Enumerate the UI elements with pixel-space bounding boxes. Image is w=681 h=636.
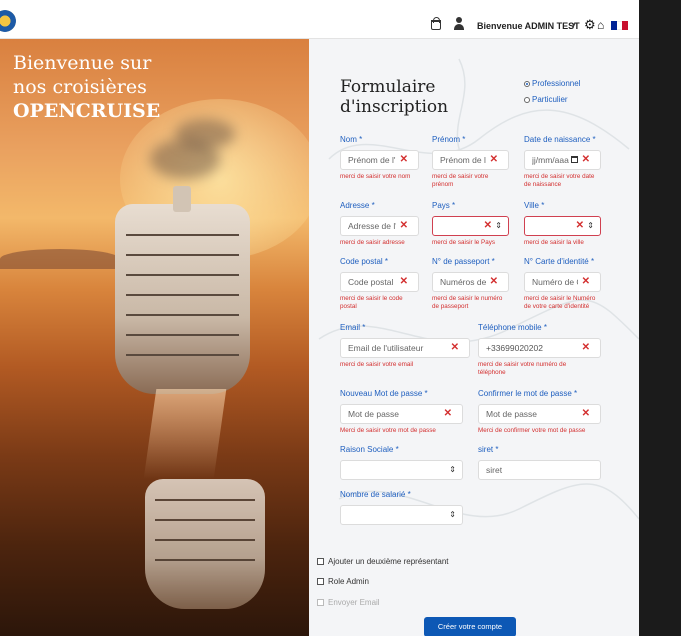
naissance-error: merci de saisir votre date de naissance	[524, 173, 595, 188]
prenom-input[interactable]: Prénom de l'u ✕	[432, 150, 509, 170]
telephone-input[interactable]: +33699020202 ✕	[478, 338, 601, 358]
top-navbar: Bienvenue ADMIN TEST ▾ ⚙ ⌂	[0, 0, 639, 39]
siret-label: siret *	[478, 445, 499, 454]
prenom-label: Prénom *	[432, 135, 466, 144]
user-welcome-menu[interactable]: Bienvenue ADMIN TEST	[477, 21, 580, 31]
passeport-error: merci de saisir le numéro de passeport	[432, 295, 503, 310]
site-logo[interactable]	[0, 10, 16, 32]
pays-error: merci de saisir le Pays	[432, 239, 495, 246]
passeport-input[interactable]: Numéros de p ✕	[432, 272, 509, 292]
clear-icon: ✕	[581, 408, 590, 419]
clear-icon: ✕	[399, 154, 408, 165]
ville-select[interactable]: ✕ ⇕	[524, 216, 601, 236]
ville-label: Ville *	[524, 201, 545, 210]
email-input[interactable]: Email de l'utilisateur ✕	[340, 338, 470, 358]
password-input[interactable]: Mot de passe ✕	[340, 404, 463, 424]
cruise-ship-image	[115, 186, 250, 394]
clear-icon: ✕	[581, 154, 590, 165]
prenom-error: merci de saisir votre prénom	[432, 173, 489, 188]
checkbox[interactable]	[317, 558, 324, 565]
home-icon[interactable]: ⌂	[597, 19, 604, 31]
adresse-input[interactable]: Adresse de l'u ✕	[340, 216, 419, 236]
clear-icon: ✕	[581, 342, 590, 353]
user-icon[interactable]	[454, 17, 464, 31]
cruise-ship-reflection	[145, 479, 265, 609]
carte-id-error: merci de saisir le Numéro de votre carte …	[524, 295, 596, 310]
clear-icon: ✕	[489, 276, 498, 287]
calendar-icon[interactable]	[571, 156, 578, 163]
siret-input[interactable]: siret	[478, 460, 601, 480]
date-naissance-input[interactable]: jj/mm/aaa ✕	[524, 150, 601, 170]
form-title-line-2: d'inscription	[340, 97, 449, 117]
naissance-label: Date de naissance *	[524, 135, 596, 144]
ville-error: merci de saisir la ville	[524, 239, 584, 246]
mdp-confirm-error: Merci de confirmer votre mot de passe	[478, 427, 586, 434]
adresse-error: merci de saisir adresse	[340, 239, 405, 246]
telephone-error: merci de saisir votre numéro de téléphone	[478, 361, 567, 376]
clear-icon: ✕	[581, 276, 590, 287]
mdp-confirm-label: Confirmer le mot de passe *	[478, 389, 578, 398]
nom-label: Nom *	[340, 135, 363, 144]
form-title: Formulaire d'inscription	[340, 77, 500, 117]
radio-button[interactable]	[524, 96, 530, 103]
clear-icon: ✕	[575, 220, 584, 231]
select-arrows-icon: ⇕	[587, 221, 594, 230]
radio-professionnel[interactable]: Professionnel	[524, 79, 580, 88]
checkbox-envoyer-email: Envoyer Email	[317, 598, 380, 607]
pays-label: Pays *	[432, 201, 456, 210]
code-postal-label: Code postal *	[340, 257, 389, 266]
email-error: merci de saisir votre email	[340, 361, 414, 368]
nom-input[interactable]: Prénom de l'u ✕	[340, 150, 419, 170]
clear-icon: ✕	[450, 342, 459, 353]
registration-form: Formulaire d'inscription Professionnel P…	[309, 39, 639, 636]
create-account-button[interactable]: Créer votre compte	[424, 617, 516, 636]
hero-title-line-1: Bienvenue sur	[13, 52, 152, 74]
code-postal-input[interactable]: Code postal ✕	[340, 272, 419, 292]
nb-salaries-select[interactable]: ⇕	[340, 505, 463, 525]
raison-sociale-label: Raison Sociale *	[340, 445, 399, 454]
gear-icon[interactable]: ⚙	[584, 18, 596, 31]
form-title-line-1: Formulaire	[340, 77, 436, 97]
carte-id-label: N° Carte d'identité *	[524, 257, 595, 266]
code-postal-error: merci de saisir le code postal	[340, 295, 403, 310]
clear-icon: ✕	[399, 220, 408, 231]
checkbox	[317, 599, 324, 606]
nom-error: merci de saisir votre nom	[340, 173, 411, 180]
nb-salaries-label: Nombre de salarié *	[340, 490, 411, 499]
adresse-label: Adresse *	[340, 201, 375, 210]
select-arrows-icon: ⇕	[449, 465, 456, 474]
select-arrows-icon: ⇕	[495, 221, 502, 230]
clear-icon: ✕	[443, 408, 452, 419]
clear-icon: ✕	[483, 220, 492, 231]
radio-button[interactable]	[524, 80, 530, 87]
hero-title: Bienvenue sur nos croisières OPENCRUISE	[13, 51, 293, 123]
pays-select[interactable]: ✕ ⇕	[432, 216, 509, 236]
passeport-label: N° de passeport *	[432, 257, 495, 266]
checkbox-role-admin[interactable]: Role Admin	[317, 577, 369, 586]
password-confirm-input[interactable]: Mot de passe ✕	[478, 404, 601, 424]
checkbox[interactable]	[317, 578, 324, 585]
select-arrows-icon: ⇕	[449, 510, 456, 519]
chevron-down-icon[interactable]: ▾	[572, 21, 576, 29]
telephone-label: Téléphone mobile *	[478, 323, 547, 332]
clear-icon: ✕	[489, 154, 498, 165]
raison-sociale-select[interactable]: ⇕	[340, 460, 463, 480]
mdp-error: Merci de saisir votre mot de passe	[340, 427, 436, 434]
hero-title-line-2: nos croisières	[13, 76, 147, 98]
email-label: Email *	[340, 323, 366, 332]
hero-title-brand: OPENCRUISE	[13, 100, 161, 122]
checkbox-deuxieme-representant[interactable]: Ajouter un deuxième représentant	[317, 557, 449, 566]
carte-id-input[interactable]: Numéro de C/ ✕	[524, 272, 601, 292]
clear-icon: ✕	[399, 276, 408, 287]
french-flag-icon[interactable]	[611, 21, 629, 30]
hero-cruise-image: Bienvenue sur nos croisières OPENCRUISE	[0, 39, 309, 636]
radio-particulier[interactable]: Particulier	[524, 95, 568, 104]
shopping-bag-icon[interactable]	[431, 17, 441, 30]
mdp-label: Nouveau Mot de passe *	[340, 389, 428, 398]
